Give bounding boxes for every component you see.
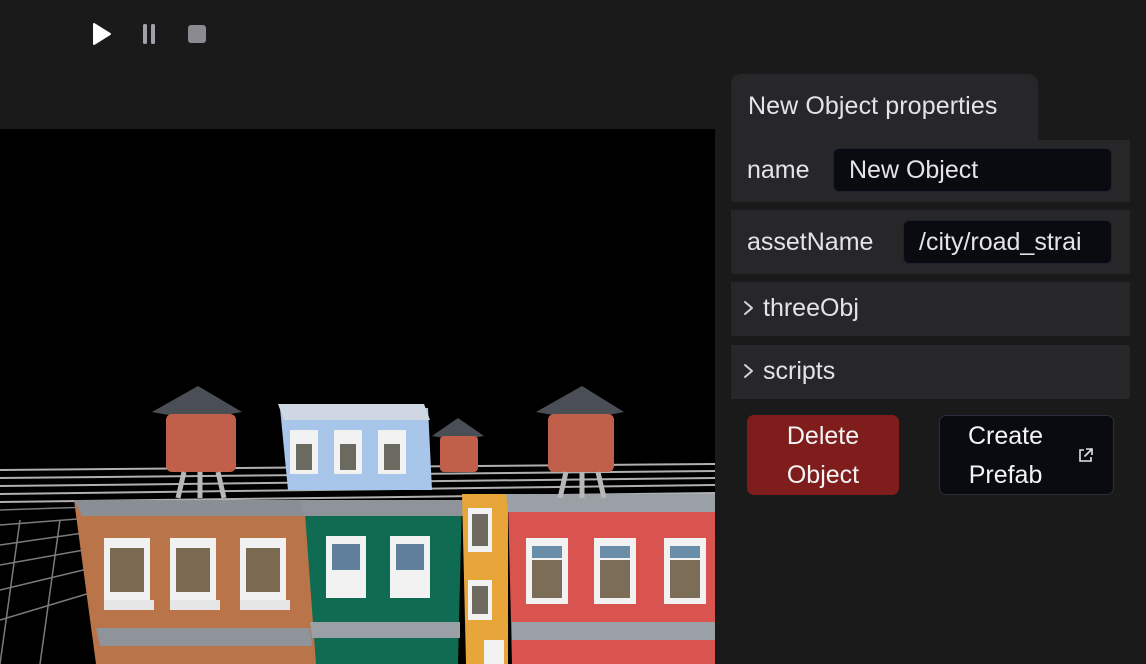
properties-panel: New Object properties name assetName thr…: [715, 72, 1146, 664]
name-row: name: [731, 140, 1130, 202]
asset-name-label: assetName: [747, 228, 874, 256]
section-scripts[interactable]: scripts: [731, 345, 1130, 399]
chevron-right-icon: [744, 364, 753, 378]
prefab-label-line1: Create: [968, 422, 1044, 450]
section-scripts-label: scripts: [763, 357, 836, 385]
delete-label-line2: Object: [786, 461, 860, 489]
toolbar: [0, 0, 1146, 72]
play-icon: [93, 23, 111, 45]
stop-button[interactable]: [182, 18, 212, 50]
name-input[interactable]: [833, 148, 1112, 192]
name-label: name: [747, 156, 810, 184]
delete-label-line1: Delete: [786, 422, 860, 450]
scene-viewport[interactable]: [0, 129, 715, 664]
chevron-right-icon: [744, 301, 753, 315]
pause-icon: [143, 24, 155, 44]
pause-button[interactable]: [134, 18, 164, 50]
play-button[interactable]: [86, 18, 116, 50]
create-prefab-button[interactable]: Create Prefab: [939, 415, 1114, 495]
properties-tab[interactable]: New Object properties: [731, 74, 1038, 140]
delete-object-button[interactable]: Delete Object: [747, 415, 899, 495]
city-scene-render: [0, 129, 715, 664]
prefab-label-line2: Prefab: [968, 461, 1043, 489]
section-threeobj[interactable]: threeObj: [731, 282, 1130, 336]
external-link-icon: [1079, 448, 1093, 462]
section-threeobj-label: threeObj: [763, 294, 859, 322]
stop-icon: [188, 25, 206, 43]
asset-name-input[interactable]: [903, 220, 1112, 264]
properties-title: New Object properties: [748, 92, 998, 120]
asset-name-row: assetName: [731, 210, 1130, 274]
